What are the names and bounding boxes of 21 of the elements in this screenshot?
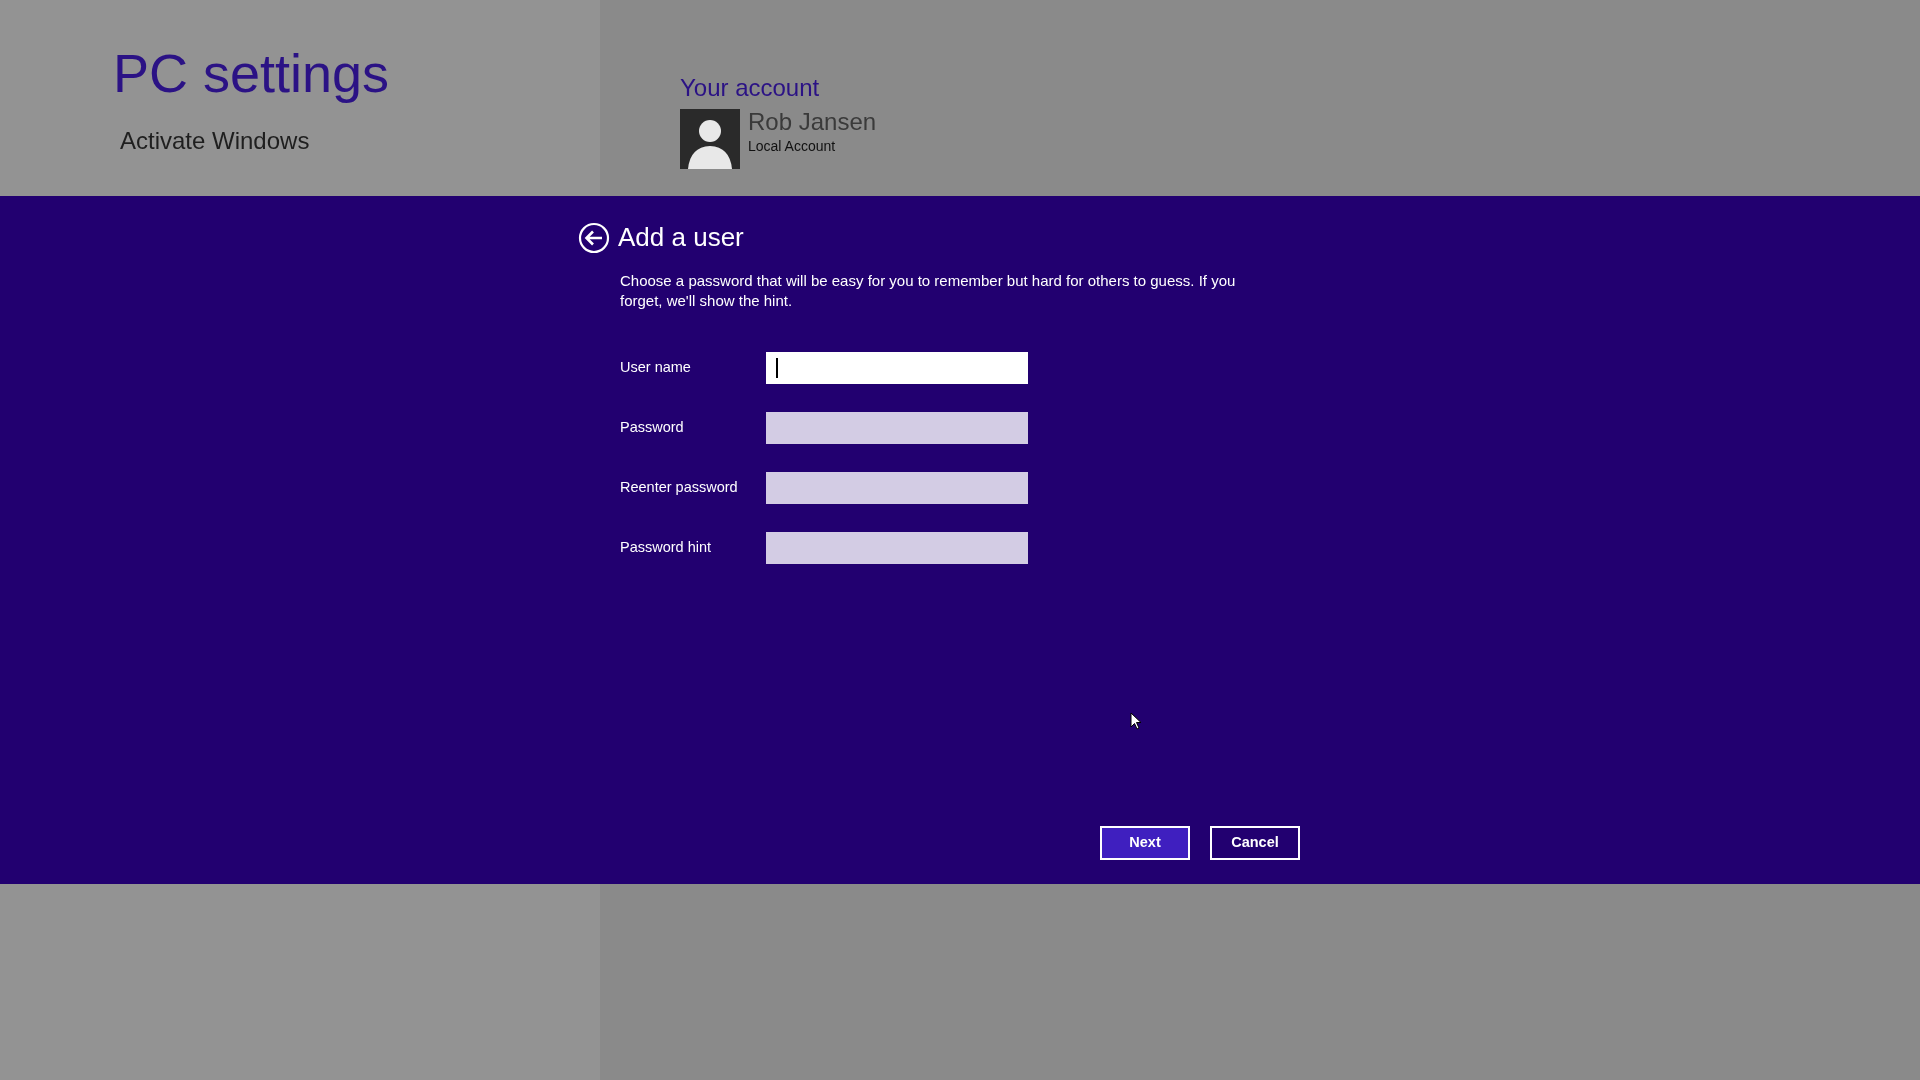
cancel-button[interactable]: Cancel <box>1210 826 1300 860</box>
text-cursor <box>776 357 778 378</box>
dialog-description: Choose a password that will be easy for you to remember but hard for others to guess. If you forget, we'll show the hint. <box>620 271 1237 312</box>
dialog-title: Add a user <box>618 221 744 254</box>
input-field[interactable] <box>766 531 1028 564</box>
section-heading: Your account <box>680 75 821 102</box>
input-field[interactable] <box>766 411 1028 444</box>
mouse-pointer-icon <box>1130 712 1142 730</box>
field-label: Reenter password <box>620 477 739 497</box>
field-label: Password <box>620 417 685 437</box>
back-icon[interactable] <box>578 221 610 254</box>
avatar-icon <box>680 109 740 170</box>
page-title: PC settings <box>112 42 391 104</box>
nav-item[interactable]: Activate Windows <box>0 103 600 160</box>
field-label: User name <box>620 357 692 377</box>
field-label: Password hint <box>620 537 713 557</box>
next-button[interactable]: Next <box>1100 826 1190 860</box>
input-field[interactable] <box>766 471 1028 504</box>
account-name: Rob Jansen <box>748 109 877 136</box>
account-type: Local Account <box>748 136 837 156</box>
input-field[interactable] <box>766 351 1028 384</box>
